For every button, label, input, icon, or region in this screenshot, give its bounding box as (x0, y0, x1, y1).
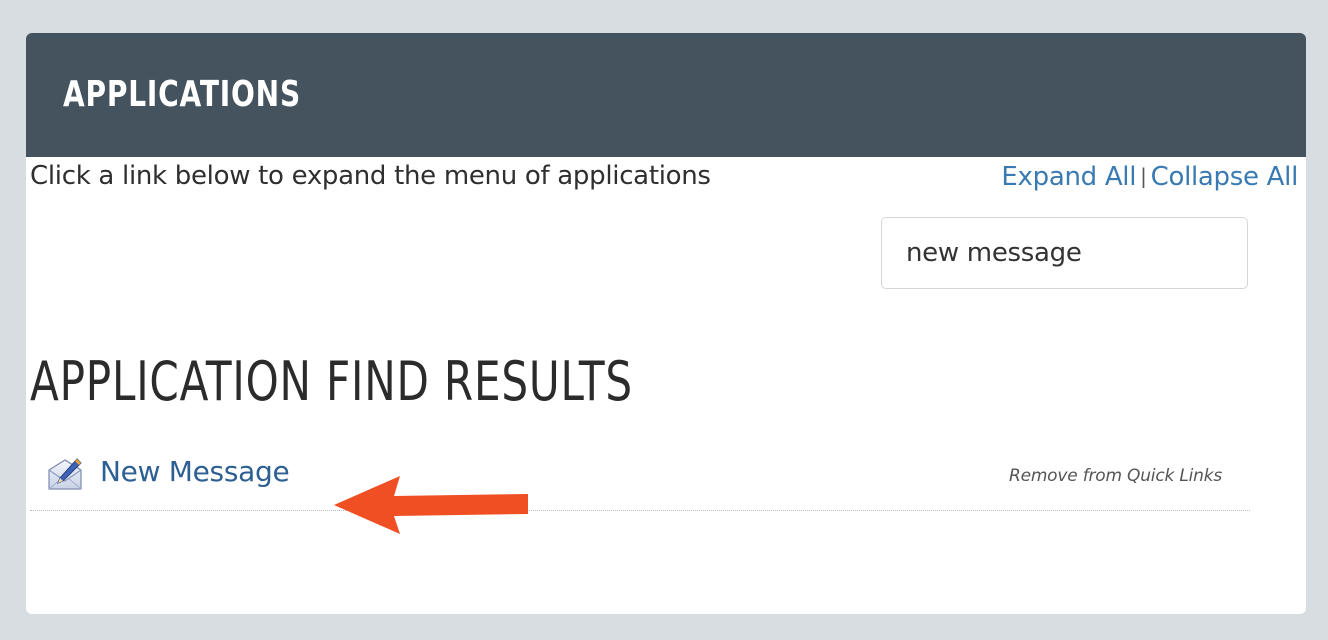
results-heading: APPLICATION FIND RESULTS (30, 350, 633, 413)
collapse-all-link[interactable]: Collapse All (1151, 162, 1299, 192)
applications-panel: APPLICATIONS (26, 33, 1306, 614)
envelope-pen-icon (46, 456, 84, 492)
panel-title: APPLICATIONS (63, 74, 301, 115)
intro-text: Click a link below to expand the menu of… (30, 161, 711, 191)
result-row: New Message Remove from Quick Links (30, 446, 1250, 511)
panel-header: APPLICATIONS (26, 33, 1306, 157)
expand-all-link[interactable]: Expand All (1001, 162, 1136, 192)
remove-from-quick-links-link[interactable]: Remove from Quick Links (1009, 466, 1222, 486)
toggle-separator: | (1140, 164, 1147, 188)
toggle-links: Expand All | Collapse All (1001, 160, 1298, 193)
application-search-input[interactable] (881, 217, 1248, 289)
arrow-left-icon (334, 476, 528, 534)
new-message-link[interactable]: New Message (100, 454, 290, 490)
